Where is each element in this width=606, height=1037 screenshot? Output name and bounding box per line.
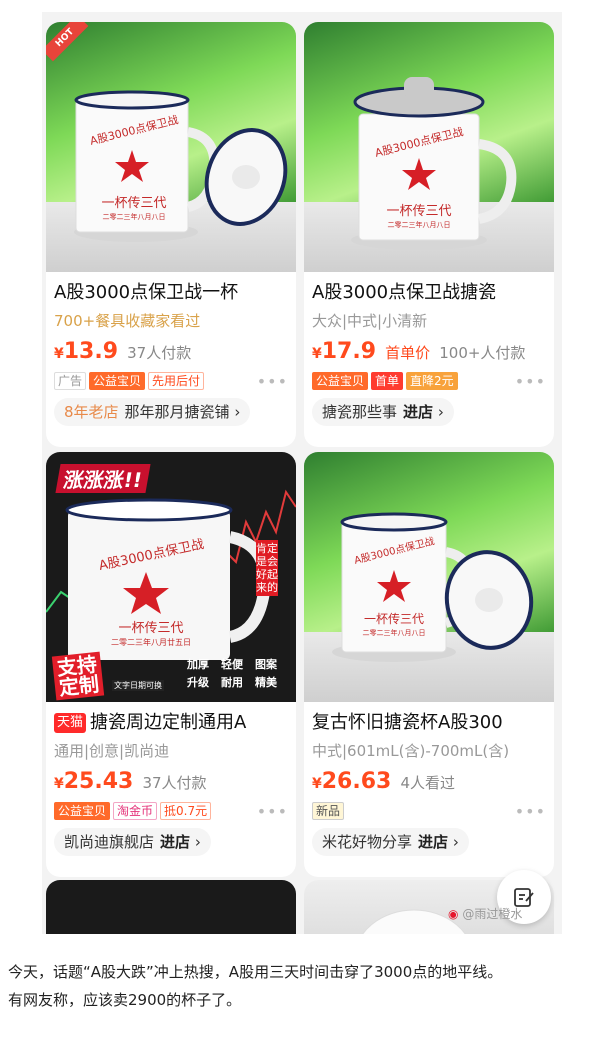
feature-label: 耐用 [221, 676, 243, 689]
product-title-text: 搪瓷周边定制通用A [90, 712, 247, 733]
custom-sub: 文字日期可换 [112, 680, 164, 691]
tag-taojinbi: 淘金币 [113, 802, 158, 820]
screenshot: HOT A股3000点保卫战 一杯传三代 二零二三年八月八日 A股3000点保卫… [42, 12, 562, 934]
enter-shop-label: 进店 [160, 833, 191, 851]
tmall-badge: 天猫 [54, 713, 87, 733]
chevron-right-icon: › [437, 403, 444, 421]
more-dots-icon[interactable]: ••• [257, 802, 288, 821]
tag-first-order: 首单 [371, 372, 404, 390]
mug-text: 二零二三年八月八日 [362, 629, 426, 637]
shop-name: 米花好物分享 [322, 833, 413, 851]
sales-count: 37人付款 [142, 774, 207, 792]
tag-new: 新品 [312, 802, 345, 820]
more-dots-icon[interactable]: ••• [257, 372, 288, 391]
product-title[interactable]: A股3000点保卫战搪瓷 [312, 280, 546, 306]
view-count: 4人看过 [400, 774, 455, 792]
product-image [46, 880, 296, 934]
side-slogan: 肯定是会好起来的 [256, 540, 278, 596]
mug-text: 一杯传三代 [118, 621, 184, 636]
feature-label: 轻便 [221, 658, 243, 671]
product-image: 涨涨涨!! 肯定是会好起来的 A股3000点保卫战 一杯传三代 二零二三年八月廿… [46, 452, 296, 702]
feature-label: 加厚 [187, 658, 209, 671]
product-subtitle: 700+餐具收藏家看过 [54, 312, 201, 330]
caption-line: 有网友称，应该卖2900的杯子了。 [8, 991, 242, 1009]
shop-link[interactable]: 8年老店 那年那月搪瓷铺 › [54, 398, 251, 426]
feature-label: 升级 [187, 676, 209, 689]
tag-ad: 广告 [54, 372, 87, 390]
mug-text: 二零二三年八月八日 [387, 221, 451, 229]
sales-count: 100+人付款 [439, 344, 526, 362]
product-card[interactable]: HOT A股3000点保卫战 一杯传三代 二零二三年八月八日 A股3000点保卫… [46, 22, 296, 447]
product-subtitle: 大众|中式|小清新 [312, 312, 428, 330]
product-image: HOT A股3000点保卫战 一杯传三代 二零二三年八月八日 [46, 22, 296, 272]
shop-link[interactable]: 搪瓷那些事 进店 › [312, 398, 454, 426]
currency-symbol: ¥ [54, 346, 64, 362]
product-price: 17.9 [321, 339, 377, 364]
tag-pay-later: 先用后付 [148, 372, 205, 390]
product-price: 25.43 [63, 769, 134, 794]
first-order-label: 首单价 [385, 344, 431, 362]
chevron-right-icon: › [452, 833, 459, 851]
custom-label: 定制 [57, 671, 101, 700]
product-title[interactable]: 天猫 搪瓷周边定制通用A [54, 710, 288, 736]
product-subtitle: 通用|创意|凯尚迪 [54, 742, 170, 760]
product-title[interactable]: A股3000点保卫战一杯 [54, 280, 288, 306]
tag-charity: 公益宝贝 [89, 372, 146, 390]
product-image: A股3000点保卫战 一杯传三代 二零二三年八月八日 [304, 452, 554, 702]
product-image: A股3000点保卫战 一杯传三代 二零二三年八月八日 [304, 22, 554, 272]
currency-symbol: ¥ [312, 776, 322, 792]
mug-text: 一杯传三代 [101, 196, 167, 211]
product-title[interactable]: 复古怀旧搪瓷杯A股300 [312, 710, 546, 736]
feature-label: 图案 [255, 658, 277, 671]
currency-symbol: ¥ [312, 346, 322, 362]
shop-link[interactable]: 米花好物分享 进店 › [312, 828, 469, 856]
article-caption: 今天，话题“A股大跌”冲上热搜，A股用三天时间击穿了3000点的地平线。 有网友… [8, 958, 602, 1014]
currency-symbol: ¥ [54, 776, 64, 792]
shop-name: 搪瓷那些事 [322, 403, 398, 421]
tag-deduct: 抵0.7元 [160, 802, 212, 820]
watermark: ◉ @雨过橙水 [448, 905, 522, 922]
product-card[interactable]: A股3000点保卫战 一杯传三代 二零二三年八月八日 复古怀旧搪瓷杯A股300 … [304, 452, 554, 877]
feature-label: 精美 [255, 676, 277, 689]
shop-link[interactable]: 凯尚迪旗舰店 进店 › [54, 828, 211, 856]
mug-text: 二零二三年八月八日 [102, 213, 166, 221]
sales-count: 37人付款 [127, 344, 192, 362]
tag-charity: 公益宝贝 [54, 802, 111, 820]
product-card[interactable]: A股3000点保卫战 一杯传三代 二零二三年八月八日 A股3000点保卫战搪瓷 … [304, 22, 554, 447]
product-price: 26.63 [321, 769, 392, 794]
more-dots-icon[interactable]: ••• [515, 802, 546, 821]
product-card[interactable] [46, 880, 296, 934]
shop-badge: 8年老店 [64, 403, 119, 421]
product-subtitle: 中式|601mL(含)-700mL(含) [312, 742, 510, 760]
tag-discount: 直降2元 [406, 372, 458, 390]
promo-banner: 涨涨涨!! [55, 464, 151, 493]
shop-name: 凯尚迪旗舰店 [64, 833, 155, 851]
caption-line: 今天，话题“A股大跌”冲上热搜，A股用三天时间击穿了3000点的地平线。 [8, 963, 503, 981]
enter-shop-label: 进店 [418, 833, 449, 851]
shop-name: 那年那月搪瓷铺 [124, 403, 230, 421]
mug-text: 一杯传三代 [386, 204, 452, 219]
tag-charity: 公益宝贝 [312, 372, 369, 390]
enter-shop-label: 进店 [403, 403, 434, 421]
more-dots-icon[interactable]: ••• [515, 372, 546, 391]
chevron-right-icon: › [194, 833, 201, 851]
mug-text: 一杯传三代 [363, 612, 424, 626]
mug-text: 二零二三年八月廿五日 [111, 638, 191, 647]
product-card[interactable]: 涨涨涨!! 肯定是会好起来的 A股3000点保卫战 一杯传三代 二零二三年八月廿… [46, 452, 296, 877]
product-price: 13.9 [63, 339, 119, 364]
watermark-text: @雨过橙水 [462, 907, 523, 921]
chevron-right-icon: › [234, 403, 241, 421]
weibo-icon: ◉ [448, 907, 459, 921]
